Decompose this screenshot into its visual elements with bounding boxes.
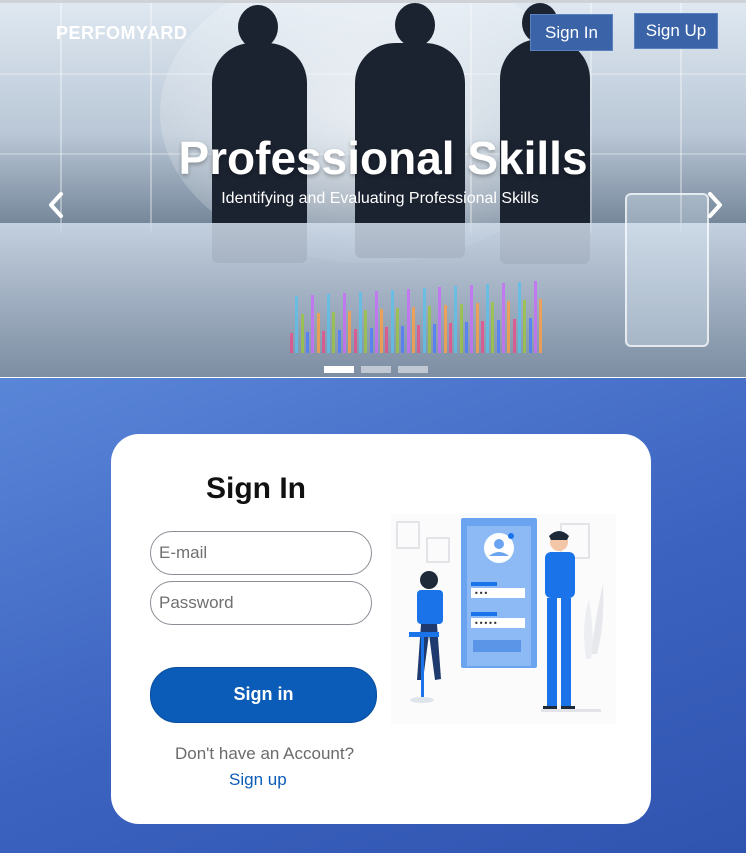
carousel-indicator[interactable] [361, 366, 391, 373]
chart-bar [295, 296, 299, 353]
signin-section: Sign In Sign in Don't have an Account? S… [0, 378, 746, 853]
chart-bar [470, 285, 474, 353]
chart-bar [422, 288, 426, 353]
chart-bar [343, 293, 346, 353]
chart-bar [369, 328, 373, 353]
signin-title: Sign In [206, 472, 306, 505]
carousel-indicator[interactable] [324, 366, 354, 373]
chart-bar [348, 311, 352, 353]
chart-bar [385, 327, 389, 353]
chart-bar [380, 309, 384, 353]
chart-bar [512, 319, 516, 353]
carousel-indicator[interactable] [398, 366, 428, 373]
water-glass [625, 193, 709, 347]
chart-bar [406, 289, 410, 353]
chart-bar [433, 324, 437, 353]
brand-logo[interactable]: PERFOMYARD [56, 23, 187, 44]
chart-bar [480, 321, 484, 353]
chart-bar [533, 281, 537, 353]
sign-up-link[interactable]: Sign up [229, 770, 287, 790]
svg-text:•••••: ••••• [474, 619, 498, 628]
chart-bar [486, 284, 490, 353]
chart-bar [523, 300, 527, 353]
chart-bar [332, 312, 336, 353]
printed-chart [290, 273, 550, 353]
svg-text:•••: ••• [474, 589, 488, 598]
chart-bar [491, 302, 495, 353]
nav-sign-up-button[interactable]: Sign Up [634, 13, 718, 49]
chart-bar [401, 326, 405, 353]
chart-bar [454, 286, 458, 353]
email-input[interactable] [150, 531, 372, 575]
chart-bar [353, 329, 357, 353]
chevron-left-icon [49, 192, 63, 218]
chart-bar [475, 303, 479, 353]
carousel-next-button[interactable] [705, 191, 725, 227]
chart-bar [290, 333, 293, 353]
chart-bar [311, 295, 315, 353]
password-input[interactable] [150, 581, 372, 625]
carousel-prev-button[interactable] [46, 191, 66, 227]
chart-bar [316, 313, 320, 353]
chart-bar [464, 322, 468, 353]
chart-bar [396, 308, 399, 353]
chart-bar [305, 332, 309, 353]
hero-title: Professional Skills [178, 132, 588, 184]
chevron-right-icon [708, 192, 722, 218]
chart-bar [459, 304, 463, 353]
chart-bar [327, 294, 331, 353]
person-head [395, 3, 435, 47]
chart-bar [517, 282, 521, 353]
chart-bar [411, 307, 415, 353]
login-illustration: ••• ••••• [391, 514, 616, 724]
chart-bar [438, 287, 442, 353]
chart-bar [449, 323, 452, 353]
chart-bar [539, 299, 543, 353]
no-account-text: Don't have an Account? [175, 744, 355, 763]
chart-bar [364, 310, 368, 353]
chart-bar [528, 318, 532, 353]
chart-bar [358, 292, 362, 353]
chart-bar [496, 320, 500, 353]
hero-subtitle: Identifying and Evaluating Professional … [221, 190, 539, 207]
chart-bar [443, 305, 447, 353]
nav-sign-in-button[interactable]: Sign In [530, 14, 613, 51]
chart-bar [321, 331, 325, 353]
chart-bar [300, 314, 304, 353]
hero-carousel: PERFOMYARD Sign In Sign Up Professional … [0, 3, 746, 377]
chart-bar [427, 306, 431, 353]
chart-bar [374, 291, 378, 353]
chart-bar [390, 290, 394, 353]
chart-bar [502, 283, 505, 353]
signin-card: Sign In Sign in Don't have an Account? S… [111, 434, 651, 824]
sign-in-submit-button[interactable]: Sign in [150, 667, 377, 723]
chart-bar [337, 330, 341, 353]
chart-bar [507, 301, 511, 353]
chart-bar [417, 325, 421, 353]
